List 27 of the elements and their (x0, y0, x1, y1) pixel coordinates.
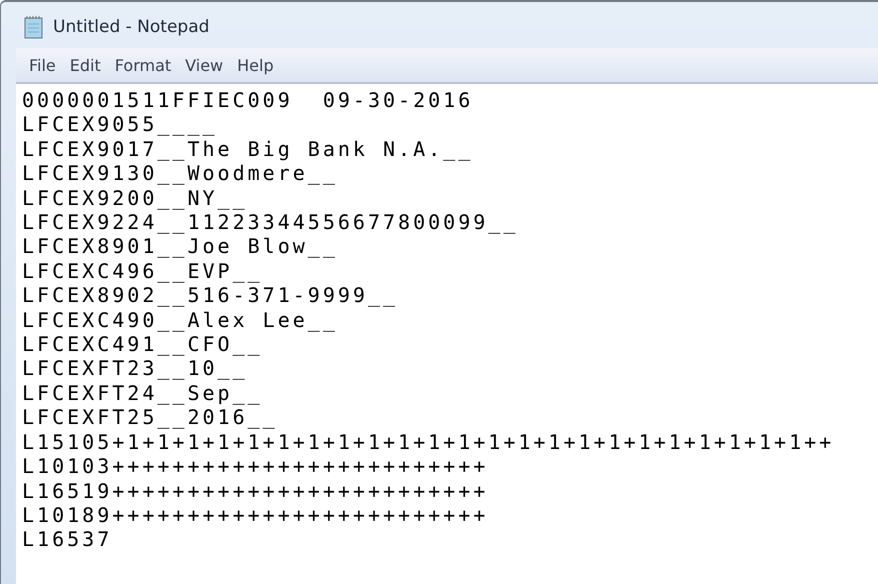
menu-item[interactable]: File (22, 56, 63, 74)
window-title: Untitled - Notepad (53, 17, 210, 37)
text-line: LFCEXC496__EVP__ (22, 258, 263, 284)
text-line: LFCEXFT25__2016__ (22, 405, 278, 430)
text-line: L10103+++++++++++++++++++++++++ (22, 454, 488, 478)
menu-item[interactable]: Help (230, 56, 281, 74)
text-line: L15105+1+1+1+1+1+1+1+1+1+1+1+1+1+1+1+1+1+1+1+1+1+1+1++ (22, 430, 834, 454)
text-line: LFCEXFT23__10__ (22, 356, 248, 381)
text-line: LFCEX9055____ (22, 112, 218, 137)
text-line: L16519+++++++++++++++++++++++++ (22, 478, 488, 503)
text-line: LFCEX9224__11223344556677800099__ (22, 210, 518, 234)
text-area[interactable] (16, 84, 878, 584)
text-line: LFCEX9130__Woodmere__ (22, 161, 338, 186)
text-line: LFCEX9200__NY__ (22, 186, 248, 210)
menu-item[interactable]: Format (108, 56, 178, 74)
text-line: LFCEX9017__The Big Bank N.A.__ (22, 136, 474, 162)
text-line: LFCEXC491__CFO__ (22, 332, 263, 356)
menu-item[interactable]: View (178, 56, 230, 74)
text-line: L10189+++++++++++++++++++++++++ (22, 502, 488, 528)
text-line: LFCEXFT24__Sep__ (22, 380, 263, 406)
text-line: LFCEX8902__516-371-9999__ (22, 283, 398, 308)
text-line: L16537 (22, 527, 112, 552)
menu-item[interactable]: Edit (62, 56, 108, 74)
text-line: 0000001511FFIEC009 09-30-2016 (22, 88, 474, 112)
text-line: LFCEXC490__Alex Lee__ (22, 308, 338, 332)
notepad-icon (23, 15, 45, 39)
text-line: LFCEX8901__Joe Blow__ (22, 234, 338, 259)
